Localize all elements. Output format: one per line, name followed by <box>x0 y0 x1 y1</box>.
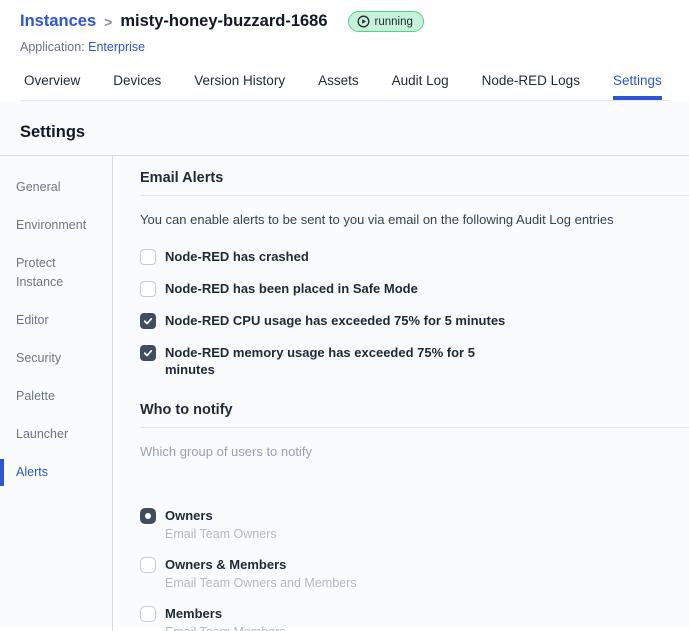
alert-checkbox-safe-mode[interactable]: Node-RED has been placed in Safe Mode <box>140 280 689 297</box>
checkbox-label: Node-RED memory usage has exceeded 75% f… <box>165 345 475 377</box>
sidebar-item-palette[interactable]: Palette <box>0 383 96 410</box>
alert-checkbox-cpu[interactable]: Node-RED CPU usage has exceeded 75% for … <box>140 312 689 329</box>
sidebar-item-security[interactable]: Security <box>0 345 96 372</box>
section-divider <box>140 427 689 428</box>
tab-assets[interactable]: Assets <box>318 69 359 100</box>
checkbox-label: Node-RED CPU usage has exceeded 75% for … <box>165 313 506 328</box>
page-header: Instances > misty-honey-buzzard-1686 run… <box>0 0 689 101</box>
checkbox-checked-icon[interactable] <box>140 344 156 361</box>
radio-texts: Owners & Members Email Team Owners and M… <box>165 556 357 591</box>
sidebar-item-label: Palette <box>16 389 55 403</box>
tab-audit-log[interactable]: Audit Log <box>392 69 449 100</box>
sidebar-item-editor[interactable]: Editor <box>0 307 96 334</box>
checkbox-checked-icon[interactable] <box>140 312 156 329</box>
radio-unselected-icon[interactable] <box>140 556 156 573</box>
settings-sidebar: General Environment Protect Instance Edi… <box>0 156 113 631</box>
radio-texts: Members Email Team Members <box>165 605 286 631</box>
sidebar-item-environment[interactable]: Environment <box>0 212 96 239</box>
radio-sublabel: Email Team Owners <box>165 527 277 541</box>
tab-version-history[interactable]: Version History <box>194 69 285 100</box>
tab-devices[interactable]: Devices <box>113 69 161 100</box>
sidebar-item-label: Environment <box>16 218 87 232</box>
tab-node-red-logs[interactable]: Node-RED Logs <box>482 69 580 100</box>
play-circle-icon <box>357 15 369 28</box>
notify-radio-owners-members[interactable]: Owners & Members Email Team Owners and M… <box>140 556 689 591</box>
email-alerts-title: Email Alerts <box>140 170 224 186</box>
chevron-right-icon: > <box>104 14 113 30</box>
alert-checkbox-memory[interactable]: Node-RED memory usage has exceeded 75% f… <box>140 344 689 378</box>
settings-body: General Environment Protect Instance Edi… <box>0 156 689 631</box>
sidebar-item-label: Security <box>16 351 62 365</box>
breadcrumb-instance-name: misty-honey-buzzard-1686 <box>120 12 328 30</box>
email-alerts-description: You can enable alerts to be sent to you … <box>140 212 614 227</box>
checkbox-unchecked-icon[interactable] <box>140 248 156 265</box>
email-alerts-section: Email Alerts You can enable alerts to be… <box>140 170 689 378</box>
tab-settings[interactable]: Settings <box>612 69 662 100</box>
notify-radio-members[interactable]: Members Email Team Members <box>140 605 689 631</box>
breadcrumb-instances-link[interactable]: Instances <box>20 12 96 31</box>
sidebar-item-label: Editor <box>16 313 49 327</box>
application-label: Application: <box>20 40 85 54</box>
sidebar-item-protect-instance[interactable]: Protect Instance <box>0 250 96 296</box>
checkbox-unchecked-icon[interactable] <box>140 280 156 297</box>
radio-sublabel: Email Team Owners and Members <box>165 576 357 590</box>
radio-sublabel: Email Team Members <box>165 625 286 631</box>
radio-label: Owners & Members <box>165 557 287 572</box>
tab-overview[interactable]: Overview <box>24 69 80 100</box>
alert-checkbox-crashed[interactable]: Node-RED has crashed <box>140 248 689 265</box>
sidebar-item-label: Launcher <box>16 427 69 441</box>
who-to-notify-section: Who to notify Which group of users to no… <box>140 402 689 631</box>
checkbox-label: Node-RED has crashed <box>165 249 309 264</box>
page-title: Settings <box>20 123 86 141</box>
instance-settings-page: Instances > misty-honey-buzzard-1686 run… <box>0 0 689 631</box>
settings-content: Settings General Environment Protect Ins… <box>0 101 689 631</box>
radio-unselected-icon[interactable] <box>140 605 156 622</box>
sidebar-item-alerts[interactable]: Alerts <box>0 459 96 486</box>
sidebar-item-general[interactable]: General <box>0 174 96 201</box>
radio-label: Members <box>165 606 223 621</box>
status-badge: running <box>347 11 424 32</box>
settings-sidebar-list: General Environment Protect Instance Edi… <box>0 174 112 486</box>
sidebar-item-launcher[interactable]: Launcher <box>0 421 96 448</box>
checkbox-label: Node-RED has been placed in Safe Mode <box>165 281 418 296</box>
alerts-settings-panel: Email Alerts You can enable alerts to be… <box>113 156 689 631</box>
sidebar-item-label: Alerts <box>16 465 48 479</box>
sidebar-item-label: General <box>16 180 61 194</box>
sidebar-item-label: Protect Instance <box>16 256 64 289</box>
who-to-notify-title: Who to notify <box>140 402 233 418</box>
section-divider <box>140 195 689 196</box>
tab-bar: Overview Devices Version History Assets … <box>20 69 669 101</box>
radio-texts: Owners Email Team Owners <box>165 507 277 542</box>
notify-radio-owners[interactable]: Owners Email Team Owners <box>140 507 689 542</box>
radio-selected-icon[interactable] <box>140 507 156 524</box>
who-to-notify-description: Which group of users to notify <box>140 444 312 459</box>
breadcrumb: Instances > misty-honey-buzzard-1686 run… <box>20 11 669 32</box>
radio-label: Owners <box>165 508 213 523</box>
application-line: Application: Enterprise <box>20 40 669 54</box>
radio-dot <box>145 512 151 519</box>
application-link[interactable]: Enterprise <box>88 40 145 54</box>
status-badge-label: running <box>374 15 413 28</box>
